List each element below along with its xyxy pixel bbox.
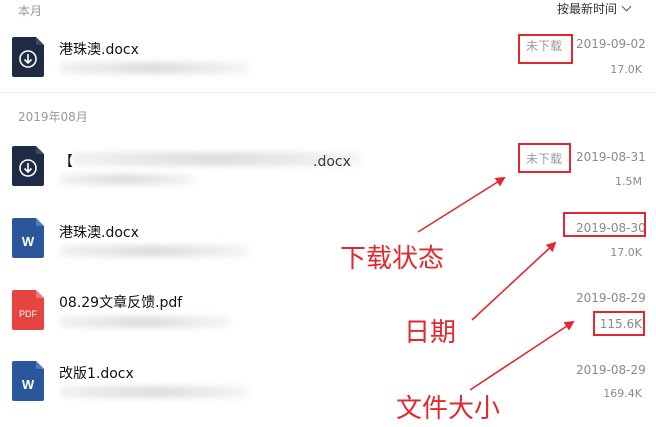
annotation-date: 日期: [404, 318, 457, 348]
annotation-status: 下载状态: [340, 244, 445, 274]
annotation-arrows: [417, 176, 575, 391]
annotation-size: 文件大小: [396, 394, 501, 424]
